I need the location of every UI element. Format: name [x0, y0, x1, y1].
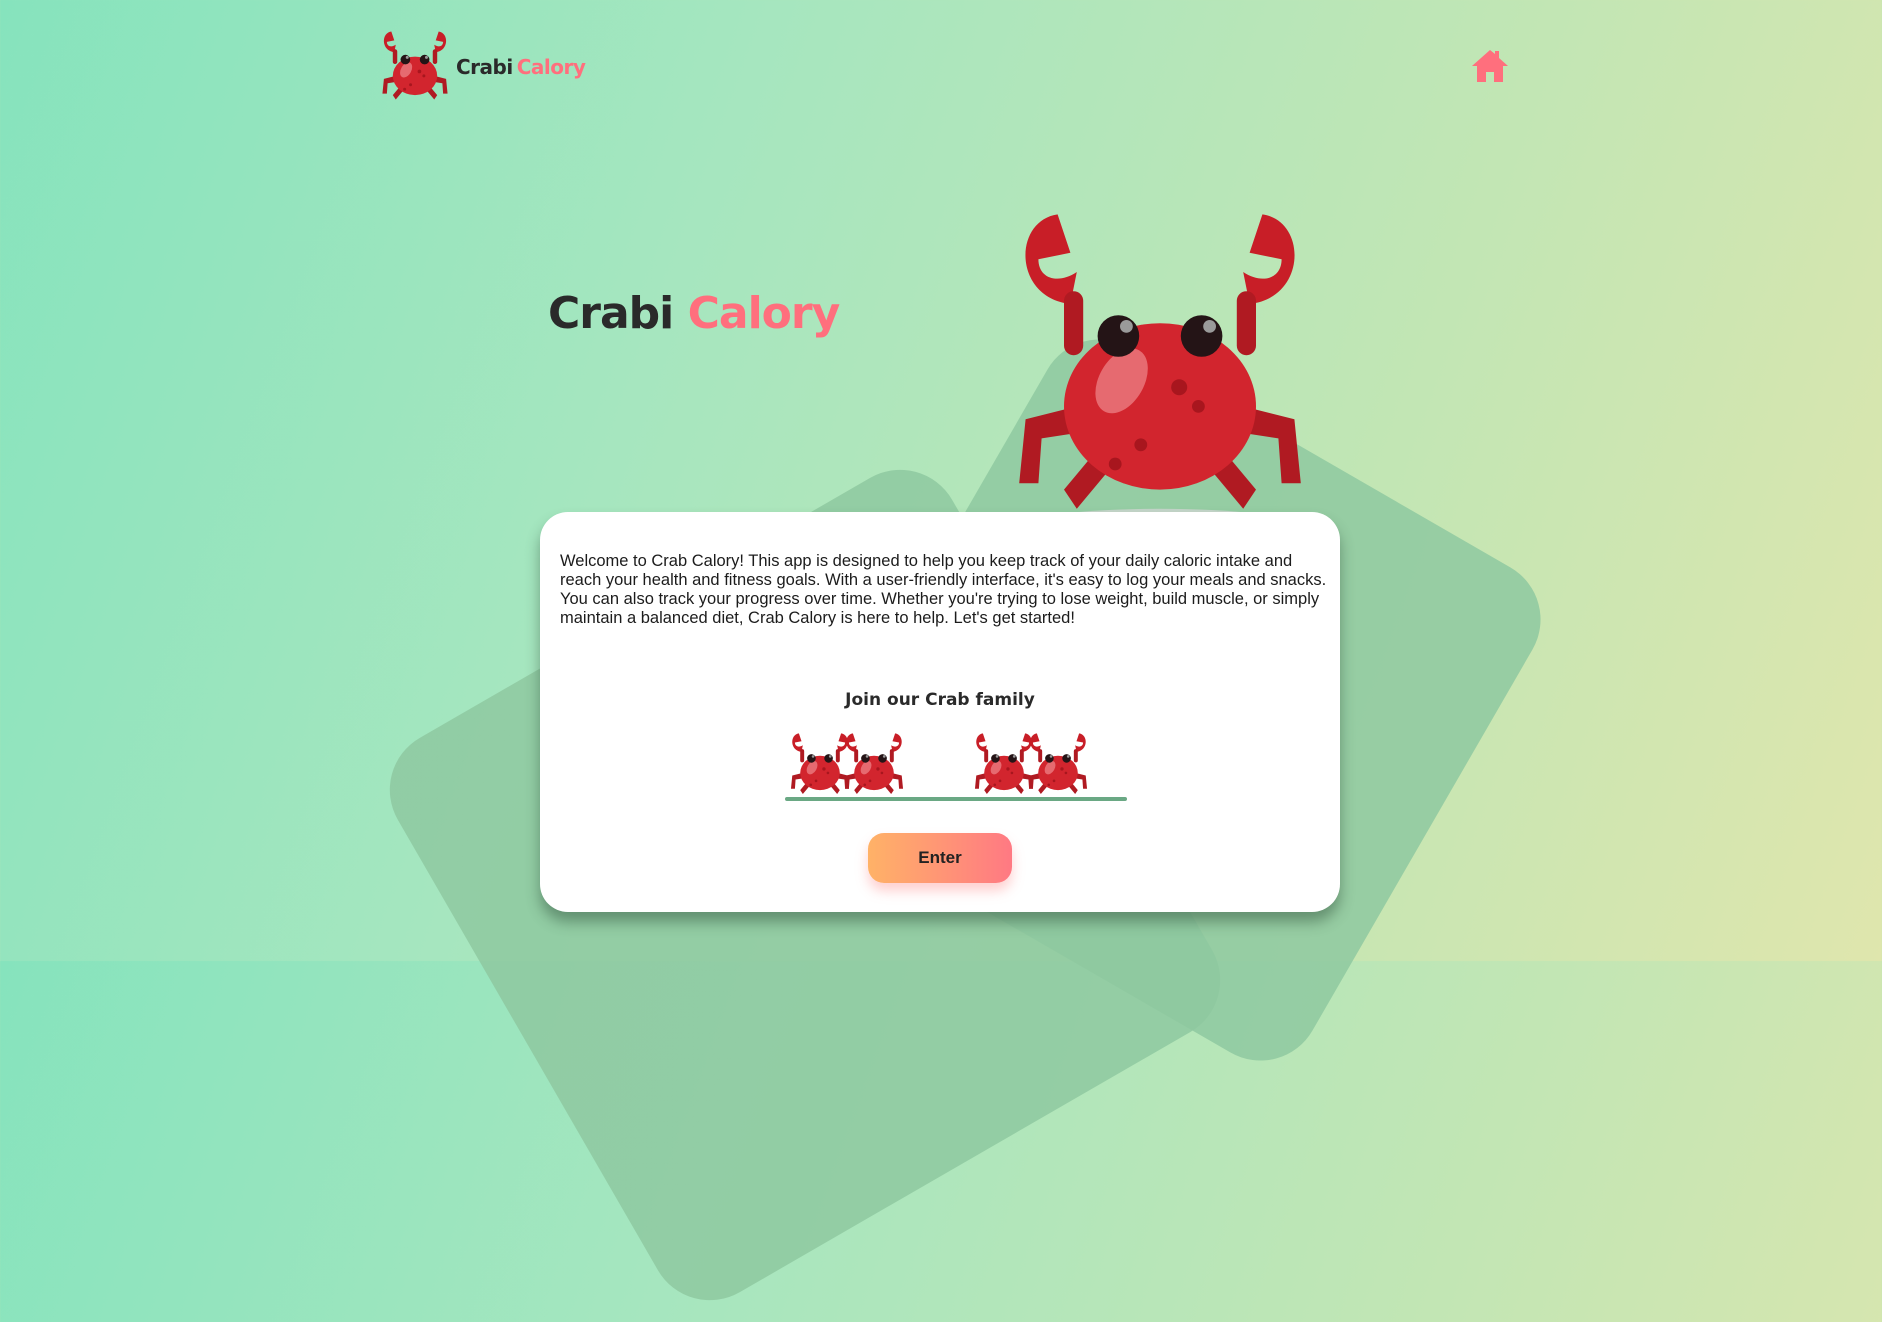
hero-crab-illustration [1000, 208, 1320, 528]
crab-family-icon [1025, 732, 1091, 798]
hero-title: Crabi Calory [548, 288, 841, 339]
enter-button[interactable]: Enter [868, 833, 1012, 883]
home-icon [1472, 50, 1508, 82]
welcome-description: Welcome to Crab Calory! This app is desi… [560, 552, 1327, 627]
hero-title-part1: Crabi [548, 288, 674, 339]
join-heading: Join our Crab family [845, 690, 1035, 710]
hero-title-part2: Calory [687, 288, 841, 339]
crab-family-underline [785, 797, 1127, 801]
crab-family-row [785, 732, 1127, 801]
welcome-card: Welcome to Crab Calory! This app is desi… [540, 512, 1340, 912]
crab-logo-icon [378, 30, 452, 104]
crab-family-icon [841, 732, 907, 798]
brand-logo[interactable]: Crabi Calory [378, 30, 586, 104]
brand-name-part2: Calory [516, 55, 586, 79]
brand-name-part1: Crabi [456, 55, 513, 79]
home-button[interactable] [1470, 48, 1510, 84]
